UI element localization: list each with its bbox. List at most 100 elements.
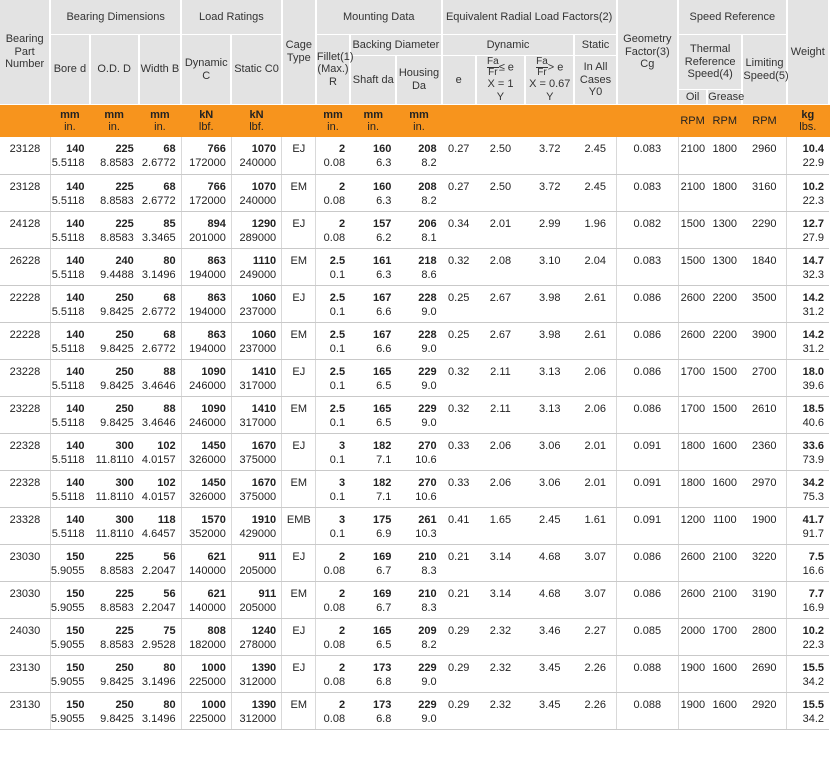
cell-part-number: 22328 bbox=[0, 470, 51, 508]
cell-y-factor-le-e: 3.14 bbox=[475, 581, 526, 619]
header-eq-radial-load-factors: Equivalent Radial Load Factors(2) bbox=[441, 0, 618, 35]
cell-y0-factor: 3.07 bbox=[574, 581, 618, 619]
cell-oil-speed: 2600 bbox=[678, 322, 708, 360]
cell-e-factor: 0.25 bbox=[441, 322, 476, 360]
cell-housing-diameter: 210 8.3 bbox=[396, 544, 442, 582]
header-backing-diameter: Backing Diameter bbox=[350, 34, 443, 56]
header-e: e bbox=[441, 55, 477, 105]
cell-geometry-factor: 0.086 bbox=[616, 359, 679, 397]
cell-width: 68 2.6772 bbox=[138, 285, 182, 323]
cell-y-factor-le-e: 2.11 bbox=[475, 359, 526, 397]
header-static: Static bbox=[574, 34, 618, 56]
cell-housing-diameter: 206 8.1 bbox=[396, 211, 442, 249]
cell-weight: 10.2 22.3 bbox=[786, 174, 829, 212]
cell-limiting-speed: 2360 bbox=[742, 433, 788, 471]
cell-y-factor-gt-e: 3.72 bbox=[525, 174, 575, 212]
cell-grease-speed: 1600 bbox=[707, 470, 743, 508]
cell-cage-type: EJ bbox=[281, 618, 317, 656]
cell-weight: 14.2 31.2 bbox=[786, 285, 829, 323]
cell-shaft-diameter: 165 6.5 bbox=[350, 396, 397, 434]
unit-fillet: mm in. bbox=[315, 104, 351, 137]
table-row: 24030 150 5.9055 225 8.8583 75 2.9528 808 182000… bbox=[0, 618, 829, 656]
cell-width: 85 3.3465 bbox=[138, 211, 182, 249]
cell-grease-speed: 1800 bbox=[707, 174, 743, 212]
cell-oil-speed: 1900 bbox=[678, 692, 708, 730]
cell-shaft-diameter: 167 6.6 bbox=[350, 285, 397, 323]
cell-bore: 140 5.5118 bbox=[50, 248, 90, 286]
cell-part-number: 23128 bbox=[0, 137, 51, 175]
cell-e-factor: 0.25 bbox=[441, 285, 476, 323]
cell-oil-speed: 2100 bbox=[678, 174, 708, 212]
cell-geometry-factor: 0.088 bbox=[616, 692, 679, 730]
cell-static-rating: 1410 317000 bbox=[231, 359, 283, 397]
cell-y-factor-le-e: 2.50 bbox=[475, 174, 526, 212]
cell-bore: 150 5.9055 bbox=[50, 692, 90, 730]
cell-static-rating: 1670 375000 bbox=[231, 470, 283, 508]
cell-geometry-factor: 0.086 bbox=[616, 322, 679, 360]
cell-cage-type: EM bbox=[281, 396, 317, 434]
unit-rpm-grease: RPM bbox=[707, 104, 743, 137]
cell-shaft-diameter: 173 6.8 bbox=[350, 655, 397, 693]
cell-y-factor-le-e: 2.06 bbox=[475, 470, 526, 508]
cell-dynamic-rating: 863 194000 bbox=[181, 322, 232, 360]
unit-dynamic: kN lbf. bbox=[181, 104, 232, 137]
cell-housing-diameter: 228 9.0 bbox=[396, 322, 442, 360]
cell-grease-speed: 2100 bbox=[707, 581, 743, 619]
cell-outer-diameter: 250 9.8425 bbox=[89, 396, 139, 434]
cell-grease-speed: 1100 bbox=[707, 507, 743, 545]
cell-weight: 10.4 22.9 bbox=[786, 137, 829, 175]
header-in-all-cases: In All Cases Y0 bbox=[574, 55, 618, 105]
cell-width: 102 4.0157 bbox=[138, 470, 182, 508]
cell-y-factor-le-e: 2.01 bbox=[475, 211, 526, 249]
cell-weight: 33.6 73.9 bbox=[786, 433, 829, 471]
cell-y0-factor: 2.04 bbox=[574, 248, 618, 286]
header-dynamic: Dynamic bbox=[441, 34, 576, 56]
cell-y-factor-le-e: 2.32 bbox=[475, 655, 526, 693]
cell-dynamic-rating: 863 194000 bbox=[181, 285, 232, 323]
cell-outer-diameter: 225 8.8583 bbox=[89, 618, 139, 656]
cell-static-rating: 1110 249000 bbox=[231, 248, 283, 286]
cell-y-factor-gt-e: 3.46 bbox=[525, 618, 575, 656]
cell-y-factor-gt-e: 3.06 bbox=[525, 470, 575, 508]
cell-static-rating: 1070 240000 bbox=[231, 174, 283, 212]
header-fa-gt-e: Fa Fr> e X = 0.67 Y bbox=[525, 55, 576, 105]
cell-y-factor-gt-e: 3.06 bbox=[525, 433, 575, 471]
cell-cage-type: EJ bbox=[281, 137, 317, 175]
cell-bore: 150 5.9055 bbox=[50, 655, 90, 693]
cell-y0-factor: 2.45 bbox=[574, 137, 618, 175]
cell-oil-speed: 1500 bbox=[678, 211, 708, 249]
cell-weight: 14.2 31.2 bbox=[786, 322, 829, 360]
cell-e-factor: 0.21 bbox=[441, 581, 476, 619]
cell-dynamic-rating: 863 194000 bbox=[181, 248, 232, 286]
cell-grease-speed: 1500 bbox=[707, 396, 743, 434]
header-bearing-dimensions: Bearing Dimensions bbox=[50, 0, 183, 35]
cell-y-factor-gt-e: 3.72 bbox=[525, 137, 575, 175]
cell-outer-diameter: 250 9.8425 bbox=[89, 692, 139, 730]
cell-outer-diameter: 300 11.8110 bbox=[89, 470, 139, 508]
cell-fillet: 2.5 0.1 bbox=[315, 322, 351, 360]
cell-y-factor-le-e: 2.67 bbox=[475, 285, 526, 323]
cell-part-number: 23130 bbox=[0, 655, 51, 693]
cell-bore: 150 5.9055 bbox=[50, 581, 90, 619]
cell-y0-factor: 2.01 bbox=[574, 470, 618, 508]
cell-width: 80 3.1496 bbox=[138, 248, 182, 286]
cell-outer-diameter: 250 9.8425 bbox=[89, 359, 139, 397]
cell-grease-speed: 1300 bbox=[707, 211, 743, 249]
cell-geometry-factor: 0.083 bbox=[616, 174, 679, 212]
cell-housing-diameter: 209 8.2 bbox=[396, 618, 442, 656]
cell-e-factor: 0.29 bbox=[441, 655, 476, 693]
cell-shaft-diameter: 169 6.7 bbox=[350, 581, 397, 619]
cell-grease-speed: 2200 bbox=[707, 322, 743, 360]
cell-e-factor: 0.41 bbox=[441, 507, 476, 545]
cell-outer-diameter: 225 8.8583 bbox=[89, 544, 139, 582]
cell-weight: 18.0 39.6 bbox=[786, 359, 829, 397]
cell-weight: 15.5 34.2 bbox=[786, 655, 829, 693]
cell-cage-type: EJ bbox=[281, 544, 317, 582]
cell-e-factor: 0.32 bbox=[441, 248, 476, 286]
cell-limiting-speed: 2920 bbox=[742, 692, 788, 730]
table-row: 23130 150 5.9055 250 9.8425 80 3.1496 1000 22500… bbox=[0, 692, 829, 730]
cell-dynamic-rating: 808 182000 bbox=[181, 618, 232, 656]
cell-dynamic-rating: 1000 225000 bbox=[181, 655, 232, 693]
fa-fr-fraction: Fa Fr bbox=[487, 55, 499, 78]
cell-shaft-diameter: 182 7.1 bbox=[350, 470, 397, 508]
